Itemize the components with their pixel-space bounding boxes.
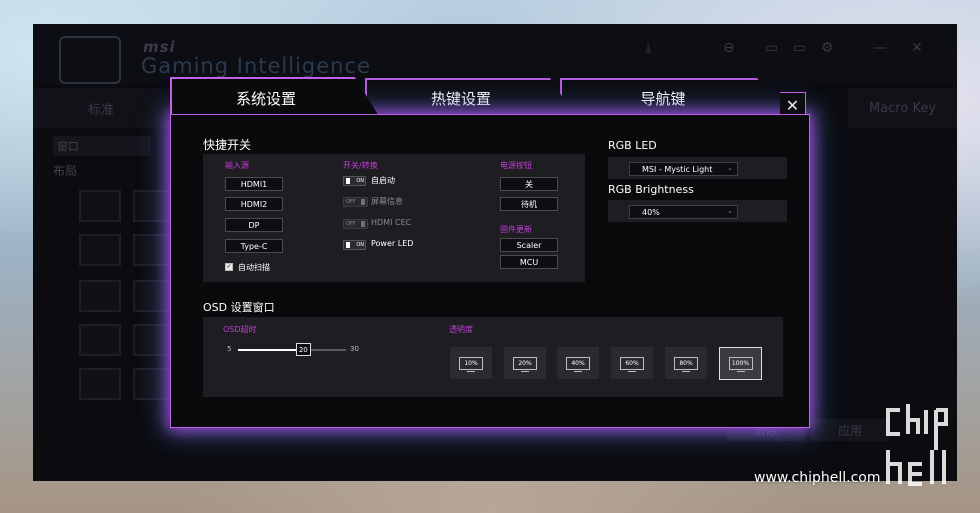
watermark-url: www.chiphell.com — [754, 470, 881, 486]
screen-info-toggle[interactable]: OFF — [343, 197, 368, 207]
input-dp-button[interactable]: DP — [225, 218, 283, 232]
osd-timeout-max: 30 — [350, 345, 359, 353]
layout-cell[interactable] — [79, 280, 121, 312]
quick-switch-title: 快捷开关 — [203, 138, 252, 152]
close-icon: ✕ — [785, 95, 800, 115]
layout-cell[interactable] — [79, 190, 121, 222]
chiphell-logo-icon — [886, 404, 948, 486]
layout-cell[interactable] — [133, 190, 175, 222]
auto-scan-checkbox[interactable]: ✓ — [225, 263, 233, 271]
transparency-20-button[interactable]: 20% — [504, 347, 546, 379]
layout-cell[interactable] — [79, 234, 121, 266]
input-typec-button[interactable]: Type-C — [225, 239, 283, 253]
power-led-label: Power LED — [371, 239, 414, 248]
chevron-down-icon: ⌄ — [727, 164, 733, 172]
screen-info-label: 屏幕信息 — [371, 197, 403, 206]
monitor-alt-icon[interactable]: ▭ — [793, 40, 806, 56]
osd-timeout-min: 5 — [227, 345, 232, 353]
osd-timeout-slider-thumb[interactable]: 20 — [295, 343, 311, 356]
autostart-label: 自启动 — [371, 176, 395, 185]
monitor-icon[interactable]: ▭ — [765, 40, 778, 56]
layout-cell[interactable] — [133, 280, 175, 312]
transparency-40-button[interactable]: 40% — [557, 347, 599, 379]
sidebar-section-label: 窗口 — [53, 136, 151, 156]
input-hdmi2-button[interactable]: HDMI2 — [225, 197, 283, 211]
scaler-update-button[interactable]: Scaler — [500, 238, 558, 252]
transparency-100-button[interactable]: 100% — [719, 347, 762, 380]
tab-navigation-keys[interactable]: 导航键 — [560, 78, 784, 116]
tab-label: 导航键 — [640, 89, 686, 108]
tab-label: 热键设置 — [430, 89, 491, 108]
power-off-button[interactable]: 关 — [500, 177, 558, 191]
input-source-label: 输入源 — [225, 161, 249, 170]
tab-hotkey-settings[interactable]: 热键设置 — [365, 78, 575, 116]
layout-cell[interactable] — [133, 234, 175, 266]
power-button-label: 电源按钮 — [500, 161, 532, 170]
app-logo-icon — [59, 36, 121, 84]
rgb-led-title: RGB LED — [608, 139, 657, 152]
app-tab-standard[interactable]: 标准 — [33, 88, 169, 128]
monitor-icon: 40% — [566, 356, 590, 372]
download-icon[interactable]: ⤓ — [645, 40, 651, 56]
tab-system-settings[interactable]: 系统设置 — [170, 77, 380, 118]
app-title: Gaming Intelligence — [141, 54, 371, 78]
monitor-icon: 10% — [459, 356, 483, 372]
input-hdmi1-button[interactable]: HDMI1 — [225, 177, 283, 191]
monitor-icon: 20% — [513, 356, 537, 372]
layout-cell[interactable] — [133, 324, 175, 356]
tab-label: 系统设置 — [235, 90, 296, 108]
sidebar-layout-label: 布局 — [53, 164, 78, 178]
osd-timeout-slider-fill — [238, 349, 303, 351]
layout-cell[interactable] — [133, 368, 175, 400]
transparency-10-button[interactable]: 10% — [450, 347, 492, 379]
window-close-icon[interactable]: ✕ — [911, 40, 923, 56]
layout-cell[interactable] — [79, 324, 121, 356]
mcu-update-button[interactable]: MCU — [500, 255, 558, 269]
rgb-led-value: MSI - Mystic Light — [642, 164, 713, 174]
switches-label: 开关/转换 — [343, 161, 378, 170]
transparency-80-button[interactable]: 80% — [665, 347, 707, 379]
transparency-label: 透明度 — [449, 325, 473, 334]
hdmi-cec-label: HDMI CEC — [371, 218, 412, 227]
firmware-update-label: 固件更新 — [500, 225, 532, 234]
autostart-toggle[interactable]: ON — [343, 176, 366, 186]
power-led-toggle[interactable]: ON — [343, 240, 366, 250]
rgb-brightness-title: RGB Brightness — [608, 183, 694, 196]
gear-icon[interactable]: ⚙ — [821, 40, 834, 56]
minimize-icon[interactable]: — — [873, 40, 887, 56]
transparency-60-button[interactable]: 60% — [611, 347, 653, 379]
hdmi-cec-toggle[interactable]: OFF — [343, 219, 368, 229]
monitor-icon: 100% — [728, 357, 753, 372]
osd-settings-title: OSD 设置窗口 — [203, 301, 275, 314]
osd-timeout-label: OSD超时 — [223, 325, 257, 334]
app-tab-macro-key[interactable]: Macro Key — [848, 88, 957, 128]
rgb-brightness-value: 40% — [642, 207, 660, 217]
minus-circle-icon[interactable]: ⊖ — [723, 40, 735, 56]
monitor-icon: 80% — [674, 356, 698, 372]
rgb-led-select[interactable]: MSI - Mystic Light ⌄ — [629, 162, 738, 176]
app-header: msi Gaming Intelligence ⤓ ⊖ ▭ ▭ ⚙ — ✕ — [33, 24, 957, 84]
auto-scan-label: 自动扫描 — [238, 263, 270, 272]
apply-button[interactable]: 应用 — [811, 419, 889, 441]
chevron-down-icon: ⌄ — [727, 207, 733, 215]
power-standby-button[interactable]: 待机 — [500, 197, 558, 211]
layout-cell[interactable] — [79, 368, 121, 400]
app-sidebar: 窗口 布局 — [53, 136, 181, 179]
monitor-icon: 60% — [620, 356, 644, 372]
rgb-brightness-select[interactable]: 40% ⌄ — [629, 205, 738, 219]
